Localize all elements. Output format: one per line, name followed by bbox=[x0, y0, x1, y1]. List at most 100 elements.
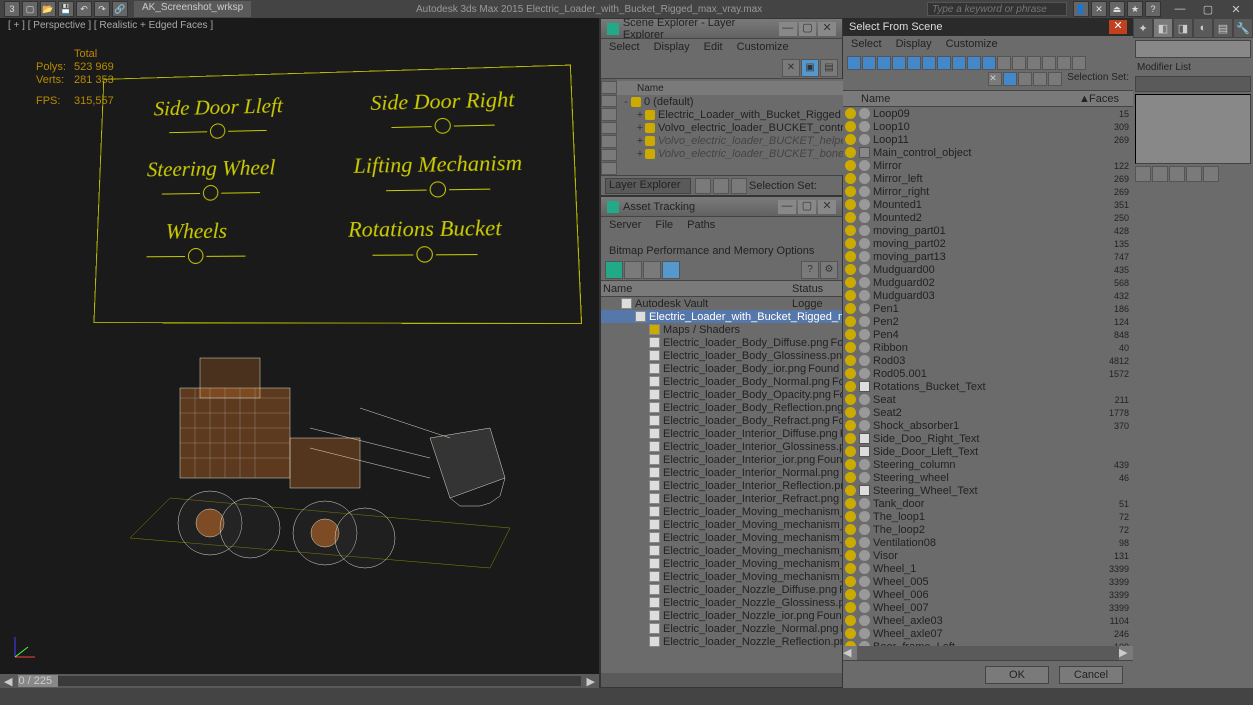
sfs-row[interactable]: Tank_door51 bbox=[843, 497, 1133, 510]
app-menu-icon[interactable]: 3 bbox=[4, 1, 20, 17]
filter-frozen-icon[interactable] bbox=[1012, 56, 1026, 70]
sfs-close-icon[interactable]: ✕ bbox=[1109, 20, 1127, 34]
save-icon[interactable]: 💾 bbox=[58, 1, 74, 17]
utilities-tab-icon[interactable]: 🔧 bbox=[1233, 18, 1253, 38]
at-help-icon[interactable]: ? bbox=[801, 261, 819, 279]
panel-close-icon[interactable]: ✕ bbox=[818, 200, 836, 214]
favorites-icon[interactable]: ★ bbox=[1127, 1, 1143, 17]
asset-row[interactable]: Electric_Loader_with_Bucket_Rigged_max_v… bbox=[601, 310, 842, 323]
filter-geometry-icon[interactable] bbox=[862, 56, 876, 70]
asset-row[interactable]: Electric_loader_Body_Refract.pngFound bbox=[601, 414, 842, 427]
view-mode-icon[interactable]: ▣ bbox=[801, 59, 819, 77]
hierarchy-tab-icon[interactable]: ◨ bbox=[1173, 18, 1193, 38]
modify-tab-icon[interactable]: ◧ bbox=[1153, 18, 1173, 38]
menu-server[interactable]: Server bbox=[609, 219, 641, 231]
sfs-titlebar[interactable]: Select From Scene ✕ bbox=[843, 18, 1133, 36]
display-bone-icon[interactable] bbox=[601, 162, 617, 175]
menu-bitmap[interactable]: Bitmap Performance and Memory Options bbox=[609, 245, 814, 257]
asset-row[interactable]: Electric_loader_Moving_mechanism_Norm...… bbox=[601, 544, 842, 557]
sfs-menu-select[interactable]: Select bbox=[851, 38, 882, 52]
tree-row[interactable]: +Electric_Loader_with_Bucket_Rigged bbox=[617, 108, 870, 121]
sfs-row[interactable]: Visor131 bbox=[843, 549, 1133, 562]
sfs-row[interactable]: Loop11269 bbox=[843, 133, 1133, 146]
sfs-row[interactable]: Side_Door_Lleft_Text bbox=[843, 445, 1133, 458]
display-lights-icon[interactable] bbox=[601, 122, 617, 135]
display-shapes-icon[interactable] bbox=[601, 108, 617, 121]
filter-groups-icon[interactable] bbox=[952, 56, 966, 70]
sfs-row[interactable]: Main_control_object bbox=[843, 146, 1133, 159]
sfs-expand-icon[interactable] bbox=[1033, 72, 1047, 86]
redo-icon[interactable]: ↷ bbox=[94, 1, 110, 17]
viewport-label[interactable]: [ + ] [ Perspective ] [ Realistic + Edge… bbox=[8, 20, 213, 31]
sfs-row[interactable]: Mudguard03432 bbox=[843, 289, 1133, 302]
sfs-row[interactable]: Wheel_axle07246 bbox=[843, 627, 1133, 640]
motion-tab-icon[interactable]: ◐ bbox=[1193, 18, 1213, 38]
sfs-row[interactable]: Mudguard02568 bbox=[843, 276, 1133, 289]
sfs-menu-display[interactable]: Display bbox=[896, 38, 932, 52]
at-settings-icon[interactable]: ⚙ bbox=[820, 261, 838, 279]
keys-icon[interactable]: ✕ bbox=[1091, 1, 1107, 17]
object-name-field[interactable] bbox=[1135, 40, 1251, 58]
display-all-icon[interactable] bbox=[601, 81, 617, 94]
sfs-row[interactable]: Ribbon40 bbox=[843, 341, 1133, 354]
sfs-collapse-icon[interactable] bbox=[1018, 72, 1032, 86]
asset-row[interactable]: Electric_loader_Interior_Refract.pngFoun… bbox=[601, 492, 842, 505]
filter-cameras-icon[interactable] bbox=[907, 56, 921, 70]
filter-bones-icon[interactable] bbox=[982, 56, 996, 70]
time-slider-knob[interactable]: 0 / 225 bbox=[18, 675, 58, 687]
sfs-row[interactable]: Steering_wheel46 bbox=[843, 471, 1133, 484]
sfs-find-close-icon[interactable]: ✕ bbox=[988, 72, 1002, 86]
sfs-row[interactable]: Rod05.0011572 bbox=[843, 367, 1133, 380]
sfs-row[interactable]: moving_part02135 bbox=[843, 237, 1133, 250]
pin-stack-icon[interactable] bbox=[1135, 166, 1151, 182]
menu-display[interactable]: Display bbox=[654, 41, 690, 55]
asset-row[interactable]: Electric_loader_Moving_mechanism_Glossi.… bbox=[601, 518, 842, 531]
asset-row[interactable]: Electric_loader_Nozzle_ior.pngFound bbox=[601, 609, 842, 622]
tree-row[interactable]: +Volvo_electric_loader_BUCKET_controller… bbox=[617, 121, 870, 134]
panel-maximize-icon[interactable]: ▢ bbox=[799, 22, 817, 36]
sfs-row[interactable]: Mounted2250 bbox=[843, 211, 1133, 224]
sfs-row[interactable]: The_loop272 bbox=[843, 523, 1133, 536]
layer-lock-icon[interactable] bbox=[695, 178, 711, 194]
display-cameras-icon[interactable] bbox=[601, 135, 617, 148]
filter-icon[interactable]: ▤ bbox=[820, 59, 838, 77]
asset-row[interactable]: Electric_loader_Nozzle_Normal.pngFound bbox=[601, 622, 842, 635]
menu-file[interactable]: File bbox=[655, 219, 673, 231]
viewport[interactable]: [ + ] [ Perspective ] [ Realistic + Edge… bbox=[0, 18, 600, 688]
asset-row[interactable]: Electric_loader_Body_ior.pngFound bbox=[601, 362, 842, 375]
asset-row[interactable]: Electric_loader_Body_Diffuse.pngFound bbox=[601, 336, 842, 349]
maximize-icon[interactable]: ▢ bbox=[1195, 1, 1221, 17]
ok-button[interactable]: OK bbox=[985, 666, 1049, 684]
sfs-view-icon[interactable] bbox=[1003, 72, 1017, 86]
exchange-icon[interactable]: ⏏ bbox=[1109, 1, 1125, 17]
asset-row[interactable]: Electric_loader_Moving_mechanism_Refle..… bbox=[601, 557, 842, 570]
display-geometry-icon[interactable] bbox=[601, 95, 617, 108]
filter-more-icon[interactable] bbox=[1072, 56, 1086, 70]
cancel-button[interactable]: Cancel bbox=[1059, 666, 1123, 684]
sfs-list[interactable]: Loop0915Loop10309Loop11269Main_control_o… bbox=[843, 107, 1133, 646]
configure-sets-icon[interactable] bbox=[1203, 166, 1219, 182]
help-search-input[interactable] bbox=[927, 2, 1067, 16]
close-icon[interactable]: ✕ bbox=[1223, 1, 1249, 17]
menu-select[interactable]: Select bbox=[609, 41, 640, 55]
open-icon[interactable]: 📂 bbox=[40, 1, 56, 17]
panel-minimize-icon[interactable]: — bbox=[778, 200, 796, 214]
show-end-result-icon[interactable] bbox=[1152, 166, 1168, 182]
refresh-icon[interactable] bbox=[605, 261, 623, 279]
asset-row[interactable]: Electric_loader_Moving_mechanism_Refra..… bbox=[601, 570, 842, 583]
minimize-icon[interactable]: — bbox=[1167, 1, 1193, 17]
asset-row[interactable]: Electric_loader_Nozzle_Diffuse.pngFound bbox=[601, 583, 842, 596]
sfs-menu-customize[interactable]: Customize bbox=[946, 38, 998, 52]
sfs-row[interactable]: Steering_column439 bbox=[843, 458, 1133, 471]
filter-none-icon[interactable] bbox=[1042, 56, 1056, 70]
asset-row[interactable]: Electric_loader_Body_Normal.pngFound bbox=[601, 375, 842, 388]
sfs-row[interactable]: Wheel_0063399 bbox=[843, 588, 1133, 601]
sfs-row[interactable]: Pen2124 bbox=[843, 315, 1133, 328]
asset-row[interactable]: Electric_loader_Interior_Diffuse.pngFoun… bbox=[601, 427, 842, 440]
sfs-row[interactable]: Mudguard00435 bbox=[843, 263, 1133, 276]
sfs-row[interactable]: Wheel_0053399 bbox=[843, 575, 1133, 588]
time-slider[interactable]: ◀ 0 / 225 ▶ bbox=[0, 674, 599, 688]
sfs-row[interactable]: moving_part13747 bbox=[843, 250, 1133, 263]
menu-paths[interactable]: Paths bbox=[687, 219, 715, 231]
sfs-row[interactable]: Rotations_Bucket_Text bbox=[843, 380, 1133, 393]
